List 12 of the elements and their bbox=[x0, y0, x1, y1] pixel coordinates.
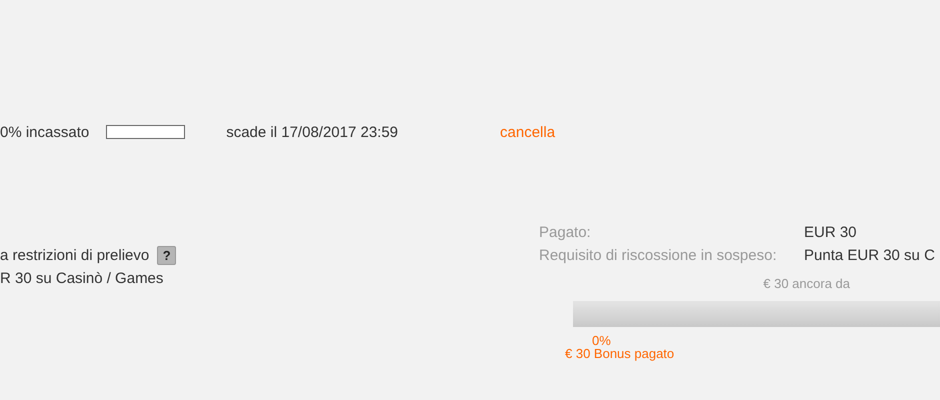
restriction-text: a restrizioni di prelievo bbox=[0, 247, 150, 264]
restriction-text: R 30 su Casinò / Games bbox=[0, 270, 164, 287]
field-label: Requisito di riscossione in sospeso: bbox=[539, 247, 778, 264]
percent-text: 0% bbox=[592, 334, 612, 347]
remaining-text: € 30 ancora da bbox=[763, 276, 850, 291]
bonus-paid-text: € 30 Bonus pagato bbox=[565, 347, 676, 361]
expiry-text: scade il 17/08/2017 23:59 bbox=[226, 124, 398, 140]
help-button[interactable]: ? bbox=[157, 246, 176, 265]
field-label: Pagato: bbox=[539, 224, 592, 241]
field-value: EUR 30 bbox=[804, 224, 857, 241]
field-value: Punta EUR 30 su C bbox=[804, 247, 935, 264]
collected-label: 0% incassato bbox=[0, 124, 90, 140]
